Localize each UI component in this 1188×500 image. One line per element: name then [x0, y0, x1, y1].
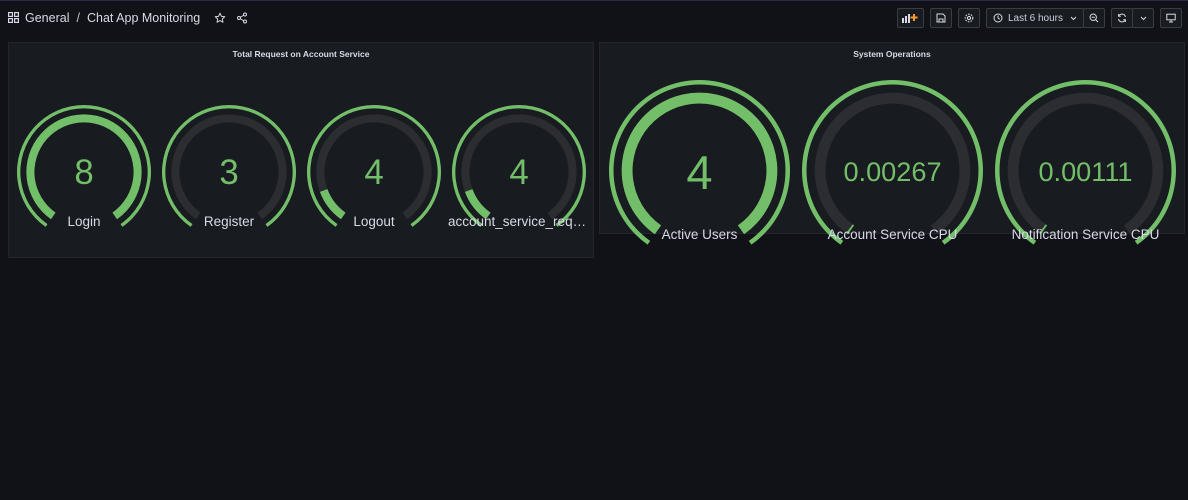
dashboard-toolbar: Last 6 hours: [896, 8, 1182, 28]
gauge-label: Login: [67, 213, 101, 229]
time-controls: Last 6 hours: [985, 8, 1105, 28]
panel-title[interactable]: System Operations: [600, 49, 1184, 59]
breadcrumb: General / Chat App Monitoring: [8, 11, 248, 25]
refresh-interval-button[interactable]: [1132, 8, 1154, 28]
gauge-value: 4: [364, 152, 384, 192]
panel-system-operations: System Operations 4 Active Users 0.00267…: [599, 42, 1185, 245]
gauge-value: 4: [509, 152, 529, 192]
dashboards-grid-icon[interactable]: [8, 12, 19, 23]
gauge-value: 8: [74, 152, 94, 192]
gauge-value: 3: [219, 152, 239, 192]
gauge-label: account_service_reque...: [448, 213, 590, 229]
gauge-label: Logout: [353, 213, 395, 229]
tv-mode-icon: [1166, 13, 1176, 23]
chevron-down-icon: [1140, 16, 1147, 21]
settings-icon: [964, 13, 974, 23]
gauge-active-users: 4 Active Users: [609, 78, 790, 245]
zoom-out-button[interactable]: [1083, 8, 1105, 28]
gauge-value: 0.00267: [843, 155, 942, 187]
save-icon: [936, 13, 946, 23]
share-icon[interactable]: [236, 12, 248, 24]
dashboard-title[interactable]: Chat App Monitoring: [87, 11, 200, 25]
panel-total-requests: Total Request on Account Service 8 Login…: [8, 42, 594, 258]
gauge-login: 8 Login: [16, 103, 151, 283]
gauge-value: 4: [686, 145, 713, 199]
star-icon[interactable]: [214, 12, 226, 24]
refresh-button[interactable]: [1111, 8, 1133, 28]
dashboard-settings-button[interactable]: [957, 8, 980, 28]
clock-icon: [993, 13, 1003, 23]
gauge-label: Register: [203, 213, 255, 229]
gauge-label: Active Users: [661, 226, 738, 242]
chevron-down-icon: [1070, 16, 1077, 21]
gauge-register: 3 Register: [162, 103, 296, 283]
top-navbar: General / Chat App Monitoring Last 6 hou…: [0, 0, 1188, 34]
gauge-logout: 4 Logout: [307, 103, 441, 283]
time-picker-button[interactable]: Last 6 hours: [985, 8, 1084, 28]
refresh-icon: [1117, 13, 1127, 23]
time-range-label: Last 6 hours: [1007, 12, 1063, 24]
gauge-account-service-requests: 4 account_service_reque...: [448, 103, 590, 283]
gauge-notification-service-cpu: 0.00111 Notification Service CPU: [995, 78, 1176, 245]
add-panel-icon: [902, 13, 918, 23]
gauge-label: Notification Service CPU: [1011, 226, 1160, 242]
save-dashboard-button[interactable]: [929, 8, 952, 28]
gauge-account-service-cpu: 0.00267 Account Service CPU: [802, 78, 983, 245]
zoom-out-icon: [1089, 13, 1099, 23]
tv-mode-button[interactable]: [1160, 8, 1182, 28]
breadcrumb-folder[interactable]: General: [25, 11, 69, 25]
breadcrumb-separator: /: [76, 10, 80, 25]
gauge-label: Account Service CPU: [827, 226, 958, 242]
refresh-controls: [1111, 8, 1154, 28]
panel-title[interactable]: Total Request on Account Service: [9, 49, 593, 59]
gauge-value: 0.00111: [1038, 155, 1133, 187]
add-panel-button[interactable]: [896, 8, 924, 28]
